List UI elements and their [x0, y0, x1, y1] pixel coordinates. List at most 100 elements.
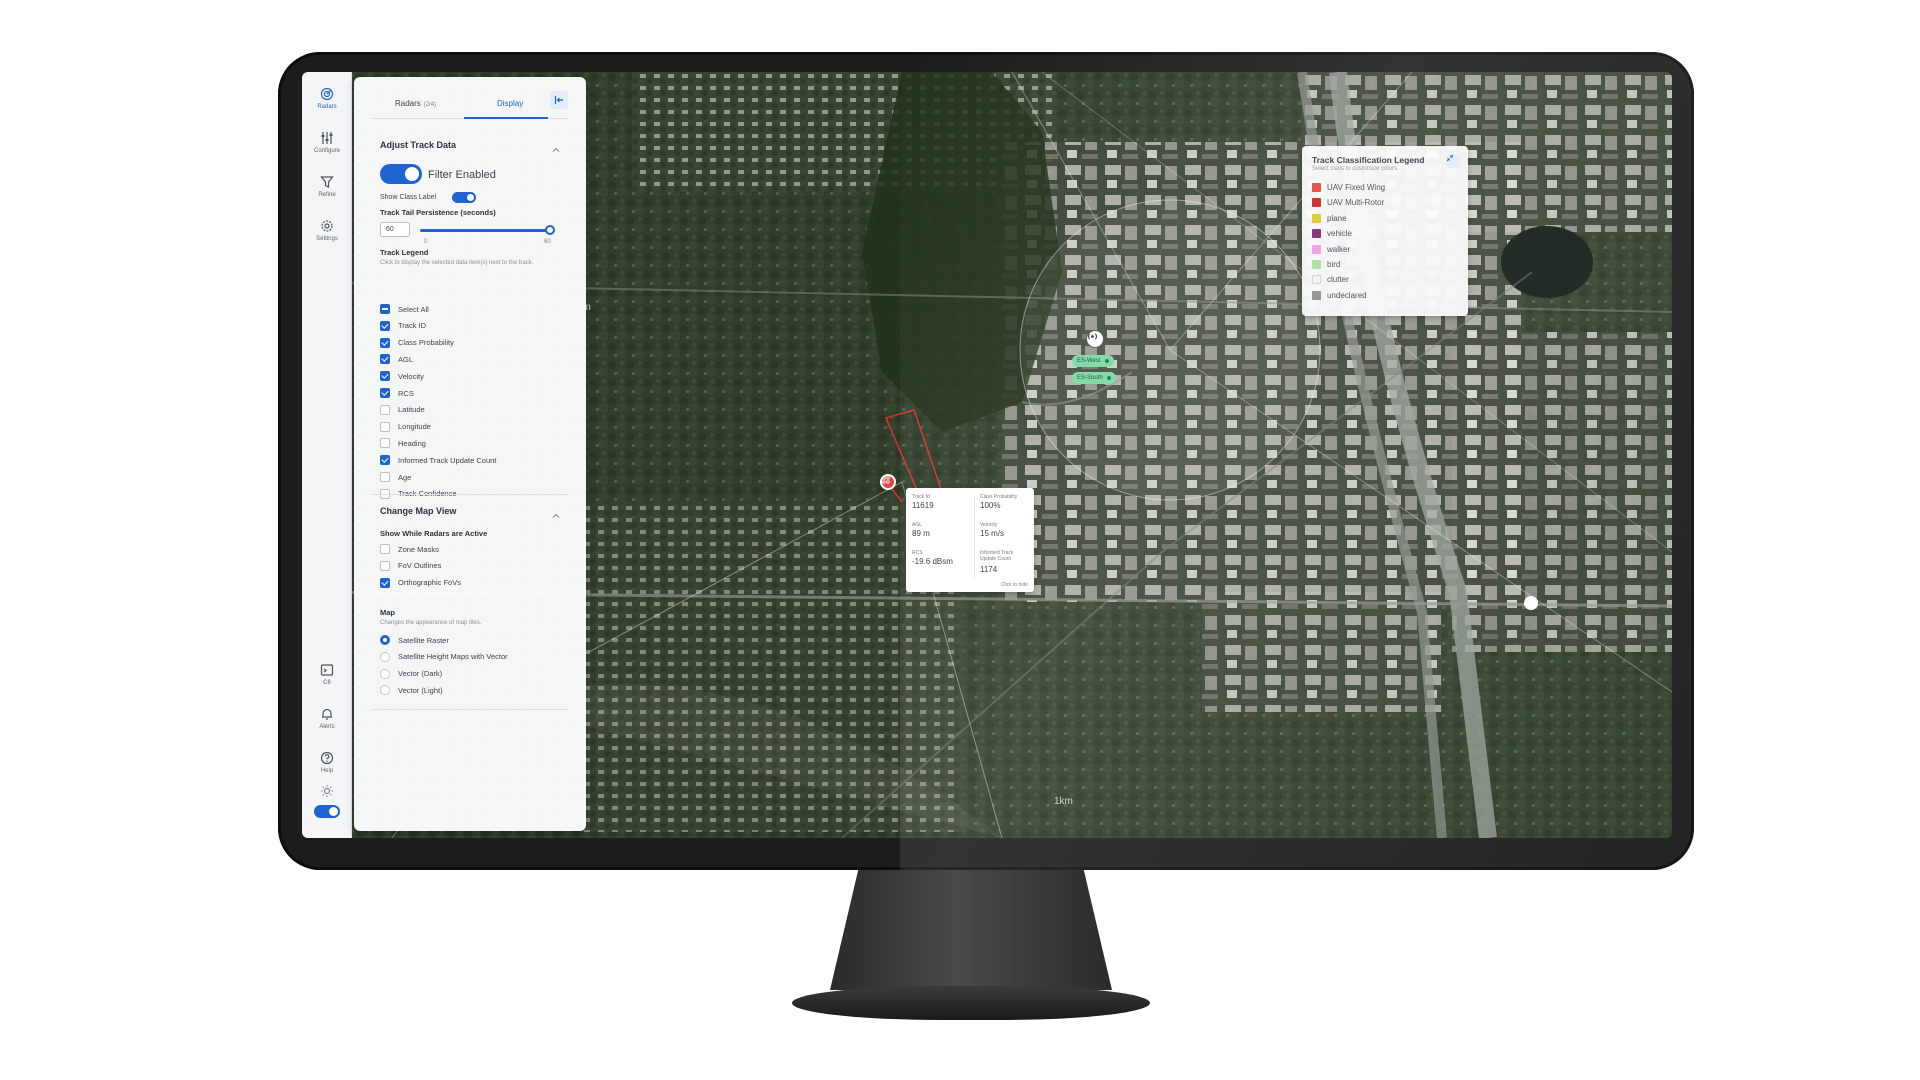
color-swatch[interactable]	[1312, 260, 1321, 269]
radar-cluster-marker[interactable]	[1086, 330, 1104, 348]
change-map-view-collapse[interactable]	[552, 507, 560, 518]
popup-agl-value: 89 m	[912, 529, 930, 538]
track-legend-option-heading[interactable]: Heading	[380, 437, 426, 449]
persistence-input[interactable]: 60	[380, 222, 410, 237]
show-while-option-orthographic-fovs[interactable]: Orthographic FoVs	[380, 577, 461, 589]
checkbox[interactable]	[380, 455, 390, 466]
show-while-option-fov-outlines[interactable]: FoV Outlines	[380, 560, 441, 572]
checkbox[interactable]	[380, 371, 390, 382]
radar-tag-es-west[interactable]: ES-West	[1072, 355, 1114, 367]
tab-radars-label: Radars	[395, 99, 421, 108]
rail-label-alerts: Alerts	[319, 723, 335, 730]
checkbox[interactable]	[380, 544, 390, 554]
tab-radars-count: (2/4)	[423, 102, 437, 108]
color-swatch[interactable]	[1312, 275, 1321, 285]
checkbox-label: Zone Masks	[398, 544, 439, 554]
radio-button[interactable]	[380, 668, 390, 679]
track-legend-option-track-id[interactable]: Track ID	[380, 320, 426, 332]
track-marker[interactable]	[880, 474, 896, 490]
rail-item-alerts[interactable]: Alerts	[302, 696, 352, 740]
map-option-satellite-raster[interactable]: Satellite Raster	[380, 634, 449, 646]
popup-close-hint[interactable]: Click to hide	[1001, 582, 1028, 588]
track-legend-option-longitude[interactable]: Longitude	[380, 421, 431, 433]
radio-button[interactable]	[380, 651, 390, 662]
map-point-marker[interactable]	[1524, 596, 1538, 610]
change-map-view-title: Change Map View	[380, 506, 457, 516]
rail-item-help[interactable]: Help	[302, 740, 352, 784]
radar-tag-es-south[interactable]: ES-South	[1072, 372, 1116, 384]
track-legend-option-rcs[interactable]: RCS	[380, 387, 414, 399]
legend-item-walker[interactable]: walker	[1312, 244, 1350, 255]
legend-item-bird[interactable]: bird	[1312, 259, 1340, 270]
checkbox[interactable]	[380, 404, 390, 415]
legend-item-uav-fixed-wing[interactable]: UAV Fixed Wing	[1312, 182, 1385, 193]
legend-item-vehicle[interactable]: vehicle	[1312, 228, 1352, 239]
checkbox[interactable]	[380, 577, 390, 588]
show-while-title: Show While Radars are Active	[380, 529, 488, 538]
track-info-popup[interactable]: Track Id 11619 Class Probability 100% AG…	[906, 488, 1034, 592]
rail-label-help: Help	[320, 767, 334, 774]
color-swatch[interactable]	[1312, 213, 1321, 223]
track-legend-option-velocity[interactable]: Velocity	[380, 370, 424, 382]
track-legend-option-select-all[interactable]: Select All	[380, 303, 429, 315]
rail-item-configure[interactable]: Configure	[302, 120, 352, 164]
map-option-vector-dark[interactable]: Vector (Dark)	[380, 668, 442, 680]
legend-item-undeclared[interactable]: undeclared	[1312, 290, 1367, 301]
tab-radars[interactable]: Radars (2/4)	[395, 99, 436, 108]
rail-label-refine: Refine	[318, 191, 336, 198]
popup-update-count-value: 1174	[980, 565, 998, 574]
checkbox[interactable]	[380, 388, 390, 398]
show-class-label-toggle[interactable]	[452, 192, 476, 203]
legend-item-plane[interactable]: plane	[1312, 213, 1347, 224]
checkbox[interactable]	[380, 421, 390, 432]
tab-display[interactable]: Display	[497, 99, 523, 108]
map-option-satellite-height-maps-with-vector[interactable]: Satellite Height Maps with Vector	[380, 651, 508, 663]
chevron-up-icon	[552, 147, 560, 152]
persistence-slider-track[interactable]	[420, 229, 550, 232]
track-legend-title: Track Legend	[380, 248, 429, 257]
color-swatch[interactable]	[1312, 183, 1321, 192]
legend-item-clutter[interactable]: clutter	[1312, 274, 1349, 285]
track-legend-option-informed-track-update-count[interactable]: Informed Track Update Count	[380, 454, 496, 466]
adjust-track-data-collapse[interactable]	[552, 141, 560, 152]
checkbox-label: Latitude	[398, 405, 425, 415]
checkbox[interactable]	[380, 472, 390, 482]
legend-item-uav-multi-rotor[interactable]: UAV Multi-Rotor	[1312, 197, 1384, 208]
legend-collapse-button[interactable]	[1446, 154, 1460, 168]
color-swatch[interactable]	[1312, 229, 1321, 239]
show-while-option-zone-masks[interactable]: Zone Masks	[380, 543, 439, 555]
rail-label-configure: Configure	[313, 147, 340, 154]
checkbox[interactable]	[380, 438, 390, 449]
theme-toggle[interactable]	[314, 805, 340, 818]
checkbox-label: Longitude	[398, 422, 431, 432]
track-legend-option-age[interactable]: Age	[380, 471, 411, 483]
filter-enabled-toggle[interactable]	[380, 164, 422, 184]
color-swatch[interactable]	[1312, 244, 1321, 254]
color-swatch[interactable]	[1312, 290, 1321, 300]
checkbox[interactable]	[380, 560, 390, 571]
popup-velocity-value: 15 m/s	[980, 529, 1005, 538]
legend-item-label: walker	[1327, 244, 1351, 254]
persistence-slider-thumb[interactable]	[545, 225, 555, 235]
color-swatch[interactable]	[1312, 198, 1321, 208]
track-legend-option-class-probability[interactable]: Class Probability	[380, 337, 454, 349]
rail-item-settings[interactable]: Settings	[302, 208, 352, 252]
rail-item-c6[interactable]: C6	[302, 652, 352, 696]
rail-item-refine[interactable]: Refine	[302, 164, 352, 208]
radio-button[interactable]	[380, 635, 390, 645]
radar-icon	[1087, 333, 1098, 340]
checkbox[interactable]	[380, 320, 390, 331]
popup-rcs-label: RCS	[912, 550, 923, 556]
show-class-label-text: Show Class Label	[380, 194, 437, 201]
checkbox[interactable]	[380, 354, 390, 365]
rail-item-radars[interactable]: Radars	[302, 76, 352, 120]
track-legend-option-latitude[interactable]: Latitude	[380, 404, 425, 416]
popup-track-id-label: Track Id	[912, 494, 930, 500]
track-legend-option-agl[interactable]: AGL	[380, 353, 413, 365]
map-option-vector-light[interactable]: Vector (Light)	[380, 684, 443, 696]
collapse-panel-button[interactable]	[550, 91, 568, 109]
radio-label: Vector (Light)	[398, 685, 443, 695]
radio-button[interactable]	[380, 685, 390, 696]
checkbox[interactable]	[380, 304, 390, 314]
checkbox[interactable]	[380, 337, 390, 348]
